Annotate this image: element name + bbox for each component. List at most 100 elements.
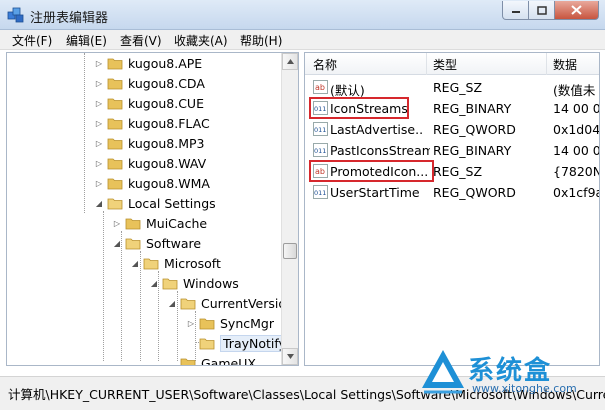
- collapse-arrow-icon[interactable]: ◢: [148, 279, 160, 288]
- value-data: (数值未: [553, 83, 596, 98]
- annotation-highlight-box: [309, 97, 409, 119]
- svg-text:011: 011: [314, 147, 326, 155]
- menu-edit[interactable]: 编辑(E): [66, 32, 107, 49]
- collapse-arrow-icon[interactable]: ◢: [93, 199, 105, 208]
- value-data: {7820N: [553, 164, 599, 179]
- collapse-arrow-icon[interactable]: ◢: [111, 239, 123, 248]
- close-icon: [571, 5, 582, 15]
- value-row-default[interactable]: ab (默认) REG_SZ (数值未: [305, 77, 599, 98]
- tree-item-local-settings[interactable]: ◢ Local Settings: [93, 193, 216, 213]
- column-header-data[interactable]: 数据: [553, 56, 577, 73]
- folder-open-icon: [143, 258, 159, 270]
- scroll-thumb[interactable]: [283, 243, 297, 259]
- expand-arrow-icon[interactable]: ▷: [93, 179, 105, 188]
- binary-value-icon: 011: [313, 122, 328, 136]
- column-divider[interactable]: [546, 53, 547, 75]
- registry-editor-icon: [7, 7, 24, 23]
- tree-item-gameux[interactable]: GameUX: [166, 353, 256, 365]
- folder-open-icon: [180, 298, 196, 310]
- value-row-userstarttime[interactable]: 011 UserStartTime REG_QWORD 0x1cf9a: [305, 182, 599, 203]
- menu-favorites[interactable]: 收藏夹(A): [174, 32, 228, 49]
- expand-arrow-icon[interactable]: ▷: [111, 219, 123, 228]
- minimize-icon: [511, 11, 520, 13]
- column-divider[interactable]: [426, 53, 427, 75]
- value-data: 0x1cf9a: [553, 185, 599, 200]
- tree-item-label: kugou8.WMA: [128, 175, 210, 191]
- menu-view[interactable]: 查看(V): [120, 32, 162, 49]
- folder-open-icon: [125, 238, 141, 250]
- tree-item-traynotify[interactable]: TrayNotify: [185, 333, 289, 353]
- registry-tree[interactable]: ▷ kugou8.APE ▷ kugou8.CDA ▷ kugou8.CUE ▷…: [6, 52, 299, 366]
- tree-item-kugou8-ape[interactable]: ▷ kugou8.APE: [93, 53, 202, 73]
- menu-help[interactable]: 帮助(H): [240, 32, 282, 49]
- value-row-pasticonsstream[interactable]: 011 PastIconsStream REG_BINARY 14 00 0: [305, 140, 599, 161]
- collapse-arrow-icon[interactable]: ◢: [166, 299, 178, 308]
- scroll-down-icon: [286, 354, 294, 359]
- folder-icon: [199, 318, 215, 330]
- menu-file[interactable]: 文件(F): [12, 32, 52, 49]
- tree-item-label: Windows: [183, 275, 239, 291]
- tree-item-kugou8-wma[interactable]: ▷ kugou8.WMA: [93, 173, 210, 193]
- annotation-highlight-box: [309, 160, 434, 182]
- scroll-up-button[interactable]: [282, 53, 298, 70]
- tree-item-label: Microsoft: [164, 255, 221, 271]
- column-header-name[interactable]: 名称: [313, 56, 337, 73]
- binary-value-icon: 011: [313, 143, 328, 157]
- tree-item-kugou8-wav[interactable]: ▷ kugou8.WAV: [93, 153, 206, 173]
- string-value-icon: ab: [313, 80, 328, 94]
- value-data: 0x1d04: [553, 122, 599, 137]
- tree-item-label: Software: [146, 235, 202, 251]
- tree-item-software[interactable]: ◢ Software: [111, 233, 201, 253]
- folder-icon: [107, 118, 123, 130]
- value-type: REG_QWORD: [433, 122, 516, 137]
- value-type: REG_QWORD: [433, 185, 516, 200]
- window-controls: [502, 1, 599, 20]
- svg-text:011: 011: [314, 126, 326, 134]
- tree-item-label: kugou8.MP3: [128, 135, 205, 151]
- expand-arrow-icon[interactable]: ▷: [93, 139, 105, 148]
- expand-arrow-icon[interactable]: ▷: [93, 79, 105, 88]
- values-list[interactable]: 名称 类型 数据 ab (默认) REG_SZ (数值未 011 IconStr…: [304, 52, 600, 366]
- watermark: 系统盒 www.xitonghe.com: [420, 346, 605, 396]
- tree-item-currentversion[interactable]: ◢ CurrentVersion: [166, 293, 294, 313]
- expand-arrow-icon[interactable]: ▷: [93, 59, 105, 68]
- tree-item-windows[interactable]: ◢ Windows: [148, 273, 239, 293]
- value-type: REG_BINARY: [433, 143, 512, 158]
- tree-item-kugou8-mp3[interactable]: ▷ kugou8.MP3: [93, 133, 205, 153]
- expand-arrow-icon[interactable]: ▷: [185, 319, 197, 328]
- menu-bar: 文件(F) 编辑(E) 查看(V) 收藏夹(A) 帮助(H): [0, 30, 605, 50]
- watermark-logo-icon: [422, 350, 464, 394]
- maximize-icon: [536, 5, 547, 15]
- tree-scrollbar[interactable]: [281, 53, 298, 365]
- tree-item-label: kugou8.APE: [128, 55, 203, 71]
- minimize-button[interactable]: [502, 1, 529, 20]
- folder-icon: [107, 138, 123, 150]
- tree-item-kugou8-cue[interactable]: ▷ kugou8.CUE: [93, 93, 204, 113]
- value-data: 14 00 0: [553, 101, 599, 116]
- expand-arrow-icon[interactable]: ▷: [93, 159, 105, 168]
- scroll-up-icon: [286, 59, 294, 64]
- value-row-lastadvertise[interactable]: 011 LastAdvertise... REG_QWORD 0x1d04: [305, 119, 599, 140]
- column-header-type[interactable]: 类型: [433, 56, 457, 73]
- close-button[interactable]: [555, 1, 599, 20]
- folder-icon: [125, 218, 141, 230]
- scroll-down-button[interactable]: [282, 348, 298, 365]
- folder-open-icon: [107, 198, 123, 210]
- collapse-arrow-icon[interactable]: ◢: [129, 259, 141, 268]
- expand-arrow-icon[interactable]: ▷: [93, 119, 105, 128]
- folder-icon: [107, 78, 123, 90]
- expand-arrow-icon[interactable]: ▷: [93, 99, 105, 108]
- tree-connector: [103, 211, 104, 361]
- value-type: REG_SZ: [433, 80, 483, 95]
- tree-item-kugou8-cda[interactable]: ▷ kugou8.CDA: [93, 73, 205, 93]
- tree-item-syncmgr[interactable]: ▷ SyncMgr: [185, 313, 274, 333]
- tree-item-kugou8-flac[interactable]: ▷ kugou8.FLAC: [93, 113, 210, 133]
- folder-icon: [107, 98, 123, 110]
- svg-text:011: 011: [314, 189, 326, 197]
- maximize-button[interactable]: [529, 1, 555, 20]
- tree-item-label: kugou8.FLAC: [128, 115, 210, 131]
- list-header: 名称 类型 数据: [305, 53, 599, 75]
- tree-item-label: MuiCache: [146, 215, 208, 231]
- tree-item-microsoft[interactable]: ◢ Microsoft: [129, 253, 221, 273]
- tree-item-muicache[interactable]: ▷ MuiCache: [111, 213, 207, 233]
